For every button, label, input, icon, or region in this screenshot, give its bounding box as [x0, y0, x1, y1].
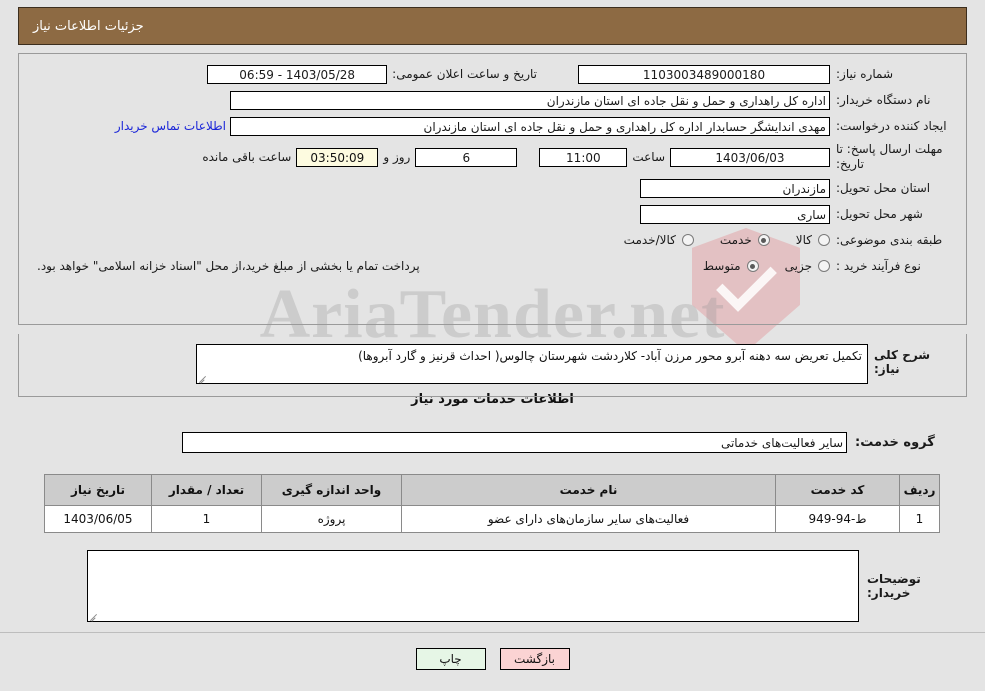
deadline-label: مهلت ارسال پاسخ: تا تاریخ: [836, 142, 943, 171]
radio-icon[interactable] [818, 260, 830, 272]
buyer-org-field[interactable]: اداره کل راهداری و حمل و نقل جاده ای است… [230, 90, 830, 110]
page-title: جزئیات اطلاعات نیاز [33, 18, 144, 34]
service-group-field[interactable]: سایر فعالیت‌های خدماتی [182, 432, 847, 453]
row-province: استان محل تحویل: مازندران [31, 178, 954, 198]
col-service-name: نام خدمت [401, 474, 776, 506]
category-option-service-label: خدمت [719, 233, 752, 247]
deadline-hour-label: ساعت [632, 150, 665, 164]
cell-quantity: 1 [151, 505, 262, 533]
buyer-contact-link[interactable]: اطلاعات تماس خریدار [111, 119, 230, 133]
days-label: روز و [383, 150, 411, 164]
remaining-days-field[interactable]: 6 [415, 147, 518, 167]
province-label: استان محل تحویل: [836, 180, 931, 195]
process-note: پرداخت تمام یا بخشی از مبلغ خرید،از محل … [37, 259, 420, 273]
deadline-date-field[interactable]: 1403/06/03 [670, 147, 830, 167]
radio-icon[interactable] [681, 234, 694, 246]
radio-icon[interactable] [746, 260, 759, 272]
remaining-label: ساعت باقی مانده [202, 150, 292, 164]
footer-divider [0, 632, 985, 633]
creator-field[interactable]: مهدی اندایشگر حسابدار اداره کل راهداری و… [230, 116, 830, 136]
buyer-notes-textarea[interactable] [87, 550, 859, 622]
category-radio-group: کالا خدمت کالا/خدمت [598, 233, 830, 247]
deadline-hour-field[interactable]: 11:00 [539, 147, 628, 167]
countdown-timer: 03:50:09 [296, 147, 379, 167]
row-process-type: نوع فرآیند خرید : جزیی متوسط پرداخت تمام… [31, 256, 954, 276]
city-field[interactable]: ساری [640, 204, 830, 224]
cell-service-code: ط-94-949 [775, 505, 900, 533]
process-radio-group: جزیی متوسط [677, 259, 830, 273]
row-need-number: شماره نیاز: 1103003489000180 تاریخ و ساع… [31, 64, 954, 84]
buyer-notes-section: توضیحات خریدار: [18, 550, 967, 625]
services-table: ردیف کد خدمت نام خدمت واحد اندازه گیری ت… [44, 474, 940, 533]
table-header-row: ردیف کد خدمت نام خدمت واحد اندازه گیری ت… [44, 474, 940, 506]
row-deadline: مهلت ارسال پاسخ: تا تاریخ: 1403/06/03 سا… [31, 142, 954, 172]
radio-icon[interactable] [818, 234, 830, 246]
category-option-goods-label: کالا [795, 233, 812, 247]
description-label: شرح کلی نیاز: [874, 348, 931, 376]
col-need-date: تاریخ نیاز [44, 474, 152, 506]
process-option-minor-label: جزیی [784, 259, 812, 273]
row-category: طبقه بندی موضوعی: کالا خدمت کالا/خدمت [31, 230, 954, 250]
row-buyer-org: نام دستگاه خریدار: اداره کل راهداری و حم… [31, 90, 954, 110]
category-option-goods-service[interactable]: کالا/خدمت [624, 233, 694, 247]
category-option-goods-service-label: کالا/خدمت [623, 233, 676, 247]
print-button[interactable]: چاپ [415, 648, 486, 670]
need-number-field[interactable]: 1103003489000180 [578, 64, 830, 84]
category-option-service[interactable]: خدمت [720, 233, 770, 247]
cell-index: 1 [899, 505, 940, 533]
cell-need-date: 1403/06/05 [44, 505, 152, 533]
need-info-panel: شماره نیاز: 1103003489000180 تاریخ و ساع… [18, 53, 967, 325]
row-creator: ایجاد کننده درخواست: مهدی اندایشگر حسابد… [31, 116, 954, 136]
category-label: طبقه بندی موضوعی: [836, 232, 943, 247]
process-label: نوع فرآیند خرید : [836, 258, 921, 273]
need-number-label: شماره نیاز: [836, 66, 893, 81]
radio-icon[interactable] [757, 234, 770, 246]
service-group-label: گروه خدمت: [855, 435, 935, 450]
creator-label: ایجاد کننده درخواست: [836, 118, 947, 133]
process-option-minor[interactable]: جزیی [785, 259, 830, 273]
back-button[interactable]: بازگشت [499, 648, 570, 670]
service-group-row: گروه خدمت: سایر فعالیت‌های خدماتی [18, 432, 967, 453]
process-option-medium[interactable]: متوسط [703, 259, 759, 273]
buyer-org-label: نام دستگاه خریدار: [836, 92, 931, 107]
category-option-goods[interactable]: کالا [796, 233, 830, 247]
col-unit: واحد اندازه گیری [261, 474, 402, 506]
col-quantity: تعداد / مقدار [151, 474, 262, 506]
page-header: جزئیات اطلاعات نیاز [18, 7, 967, 45]
row-city: شهر محل تحویل: ساری [31, 204, 954, 224]
footer-actions: بازگشت چاپ [0, 648, 985, 670]
city-label: شهر محل تحویل: [836, 206, 923, 221]
buyer-notes-label: توضیحات خریدار: [867, 572, 921, 600]
table-row: 1 ط-94-949 فعالیت‌های سایر سازمان‌های دا… [44, 505, 940, 533]
process-option-medium-label: متوسط [702, 259, 741, 273]
cell-service-name: فعالیت‌های سایر سازمان‌های دارای عضو [401, 505, 776, 533]
announce-datetime-field[interactable]: 1403/05/28 - 06:59 [207, 64, 388, 84]
cell-unit: پروژه [261, 505, 402, 533]
province-field[interactable]: مازندران [640, 178, 830, 198]
need-description-section: شرح کلی نیاز: [18, 334, 967, 397]
description-textarea[interactable] [196, 344, 868, 384]
announce-label: تاریخ و ساعت اعلان عمومی: [392, 67, 537, 81]
col-index: ردیف [899, 474, 940, 506]
col-service-code: کد خدمت [775, 474, 900, 506]
